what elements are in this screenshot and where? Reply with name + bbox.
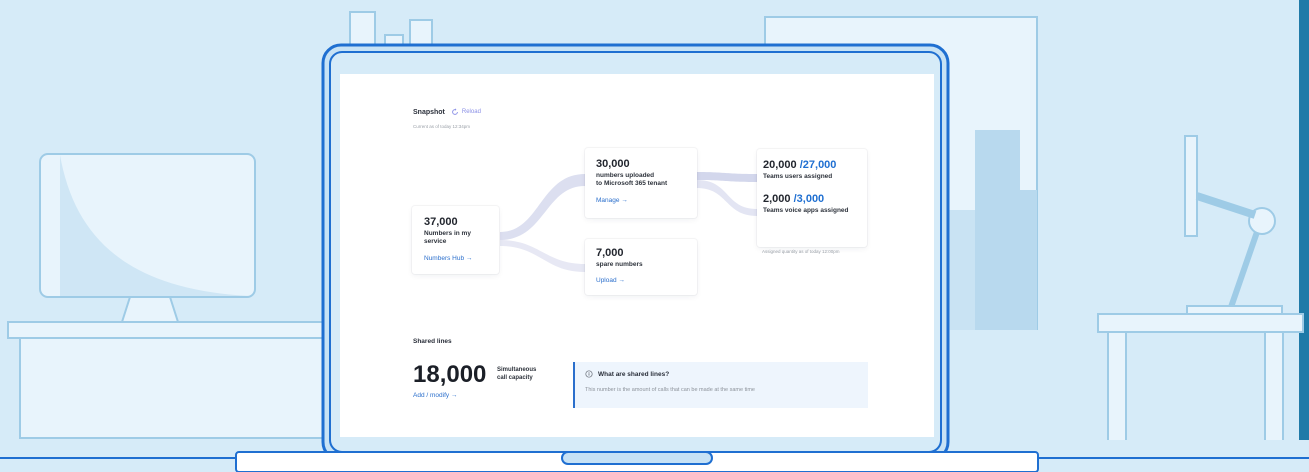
spare-numbers-value: 7,000	[596, 247, 624, 259]
shared-lines-label: Simultaneous call capacity	[497, 367, 537, 382]
info-text: This number is the amount of calls that …	[585, 387, 755, 393]
snapshot-header: Snapshot Reload	[413, 108, 481, 116]
add-modify-link[interactable]: Add / modify →	[413, 392, 457, 399]
manage-link[interactable]: Manage →	[596, 197, 628, 204]
info-title: What are shared lines?	[585, 370, 858, 378]
info-icon	[585, 370, 593, 378]
shared-lines-title: Shared lines	[413, 338, 452, 345]
teams-voice-label: Teams voice apps assigned	[763, 207, 849, 215]
snapshot-timestamp: Current as of today 12:34pm	[413, 124, 471, 129]
numbers-total-label: Numbers in my service	[424, 230, 471, 246]
numbers-uploaded-label: numbers uploaded to Microsoft 365 tenant	[596, 172, 668, 188]
assigned-note: Assigned quantity as of today 12:00pm	[762, 249, 840, 254]
numbers-uploaded-value: 30,000	[596, 158, 630, 170]
teams-users-row: 20,000 /27,000 Teams users assigned	[763, 159, 861, 181]
spare-numbers-card: 7,000 spare numbers Upload →	[585, 239, 697, 295]
numbers-hub-link[interactable]: Numbers Hub →	[424, 255, 472, 262]
spare-numbers-label: spare numbers	[596, 261, 643, 268]
numbers-total-card: 37,000 Numbers in my service Numbers Hub …	[412, 206, 499, 274]
shared-lines-value: 18,000	[413, 361, 487, 388]
snapshot-title: Snapshot	[413, 108, 445, 116]
teams-voice-value: 2,000 /3,000	[763, 193, 825, 206]
reload-button[interactable]: Reload	[451, 108, 481, 116]
teams-users-label: Teams users assigned	[763, 173, 833, 180]
laptop-screen: Snapshot Reload Current as of today 12:3…	[340, 74, 934, 437]
upload-link[interactable]: Upload →	[596, 277, 625, 284]
numbers-total-value: 37,000	[424, 216, 458, 228]
reload-label: Reload	[461, 109, 481, 115]
reload-icon	[452, 108, 458, 115]
shared-lines-info-box: What are shared lines? This number is th…	[573, 362, 868, 408]
teams-voice-row: 2,000 /3,000 Teams voice apps assigned	[763, 193, 861, 215]
teams-assigned-card: 20,000 /27,000 Teams users assigned 2,00…	[757, 149, 867, 247]
numbers-uploaded-card: 30,000 numbers uploaded to Microsoft 365 …	[585, 148, 697, 218]
teams-users-value: 20,000 /27,000	[763, 159, 837, 171]
